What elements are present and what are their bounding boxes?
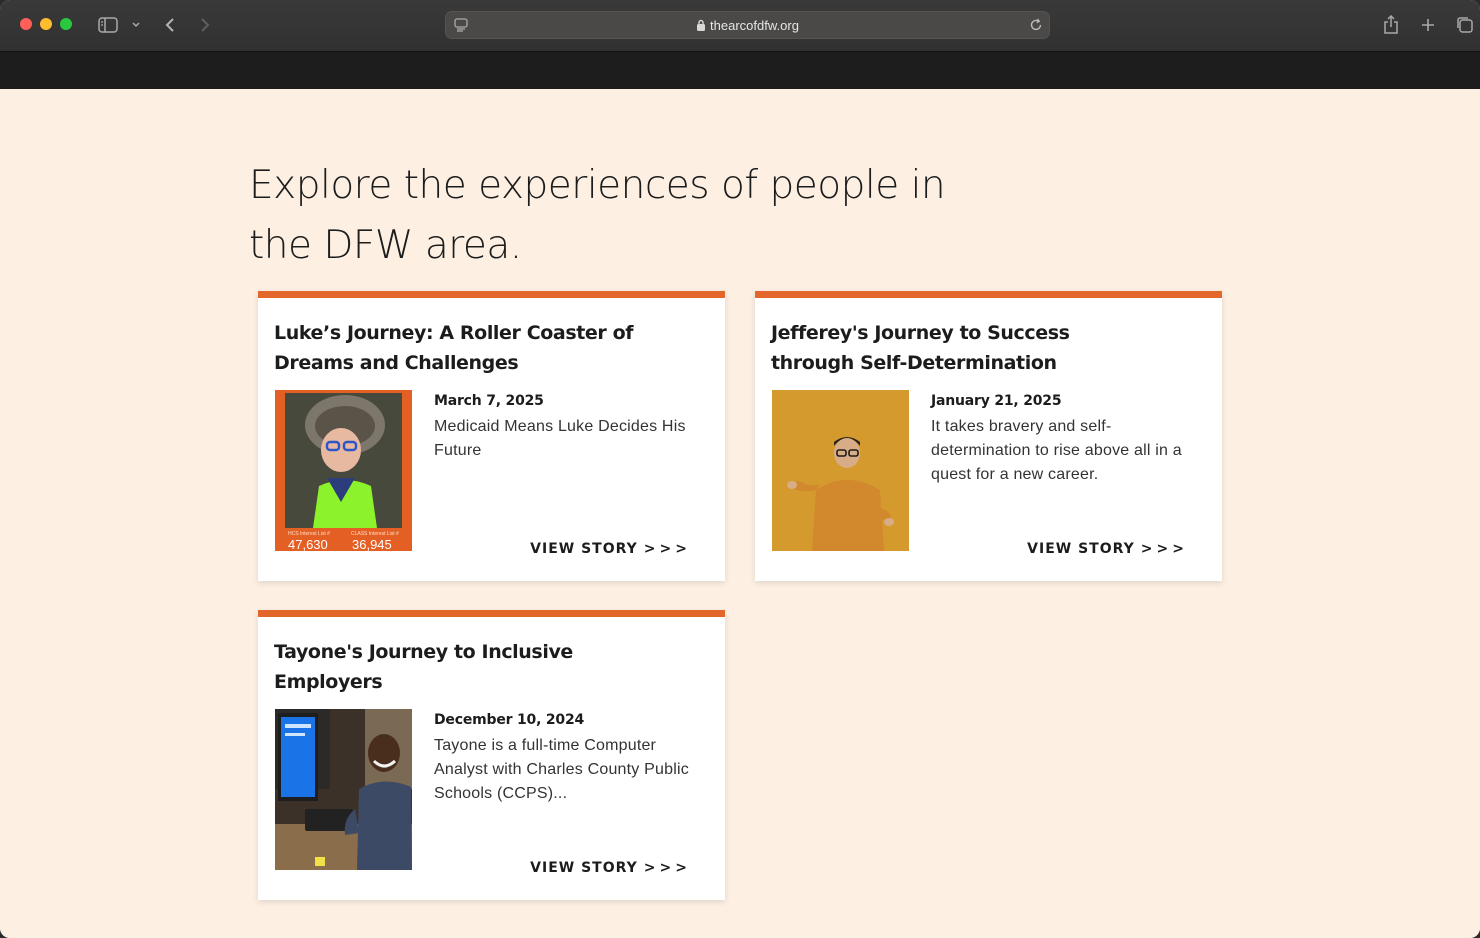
page-heading-line2: the DFW area. <box>249 223 522 268</box>
browser-toolbar: thearcofdfw.org <box>0 0 1480 52</box>
story-title-line1: Tayone's Journey to Inclusive <box>274 641 573 663</box>
lock-icon <box>696 19 706 34</box>
tab-overview-icon[interactable] <box>1455 13 1475 37</box>
view-story-label: VIEW STORY <box>530 541 638 557</box>
story-title-line1: Jefferey's Journey to Success <box>771 322 1070 344</box>
page-heading-line1: Explore the experiences of people in <box>249 163 946 208</box>
view-story-link[interactable]: VIEW STORY >>> <box>530 541 691 557</box>
reload-icon[interactable] <box>1029 18 1043 37</box>
chevron-right-icon: >>> <box>643 541 691 557</box>
story-title[interactable]: Luke’s Journey: A Roller Coaster of Drea… <box>274 318 654 378</box>
story-title-line1: Luke’s Journey: A Roller Coaster of <box>274 322 634 344</box>
back-arrow-icon[interactable] <box>160 13 180 37</box>
story-image-tayone[interactable] <box>275 709 412 870</box>
story-card-tayone: Tayone's Journey to Inclusive Employers <box>258 610 725 900</box>
address-bar[interactable]: thearcofdfw.org <box>445 11 1050 39</box>
view-story-link[interactable]: VIEW STORY >>> <box>530 860 691 876</box>
story-image-luke[interactable]: HCS Interest List # CLASS Interest List … <box>275 390 412 551</box>
story-description: Medicaid Means Luke Decides His Future <box>434 418 686 459</box>
page-heading: Explore the experiences of people in the… <box>249 156 969 276</box>
view-story-label: VIEW STORY <box>1027 541 1135 557</box>
zoom-window-button[interactable] <box>60 18 72 30</box>
story-date: March 7, 2025 <box>434 393 544 409</box>
close-window-button[interactable] <box>20 18 32 30</box>
story-title-line2: Employers <box>274 671 383 693</box>
story-title-line2: through Self-Determination <box>771 352 1057 374</box>
new-tab-icon[interactable] <box>1418 13 1438 37</box>
view-story-link[interactable]: VIEW STORY >>> <box>1027 541 1188 557</box>
chevron-right-icon: >>> <box>1140 541 1188 557</box>
story-title[interactable]: Jefferey's Journey to Success through Se… <box>771 318 1151 378</box>
story-date: December 10, 2024 <box>434 712 585 728</box>
stat-value-left: 47,630 <box>288 537 328 551</box>
sidebar-toggle-icon[interactable] <box>97 13 119 37</box>
url-display: thearcofdfw.org <box>446 18 1049 34</box>
story-description: Tayone is a full-time Computer Analyst w… <box>434 737 689 802</box>
story-description: It takes bravery and self-determination … <box>931 418 1182 483</box>
chevron-down-icon[interactable] <box>129 13 143 37</box>
page-content: Explore the experiences of people in the… <box>0 89 1480 938</box>
story-title[interactable]: Tayone's Journey to Inclusive Employers <box>274 637 654 697</box>
minimize-window-button[interactable] <box>40 18 52 30</box>
story-image-jefferey[interactable] <box>772 390 909 551</box>
url-text: thearcofdfw.org <box>710 18 799 33</box>
forward-arrow-icon[interactable] <box>195 13 215 37</box>
story-date: January 21, 2025 <box>931 393 1062 409</box>
share-icon[interactable] <box>1381 13 1401 37</box>
story-title-line2: Dreams and Challenges <box>274 352 519 374</box>
stat-value-right: 36,945 <box>352 537 392 551</box>
chevron-right-icon: >>> <box>643 860 691 876</box>
site-header-bar <box>0 52 1480 89</box>
story-card-jefferey: Jefferey's Journey to Success through Se… <box>755 291 1222 581</box>
view-story-label: VIEW STORY <box>530 860 638 876</box>
story-card-luke: Luke’s Journey: A Roller Coaster of Drea… <box>258 291 725 581</box>
browser-window: thearcofdfw.org Explore the experiences … <box>0 0 1480 938</box>
